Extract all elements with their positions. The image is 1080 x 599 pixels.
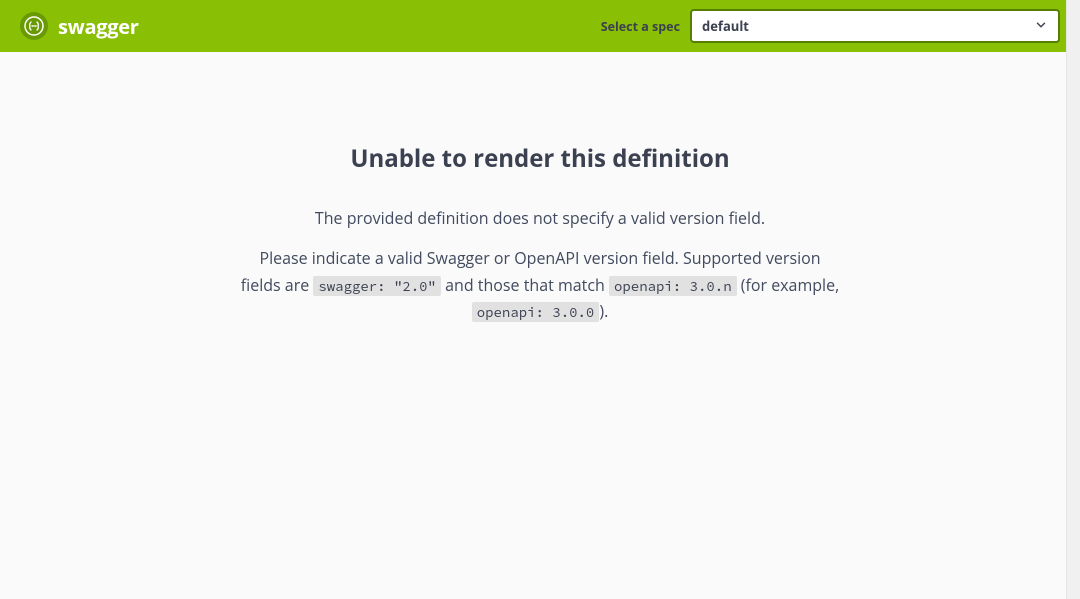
scrollbar[interactable] xyxy=(1066,0,1080,599)
error-detail-text-3: (for example, xyxy=(737,274,840,296)
chevron-down-icon xyxy=(1034,15,1048,37)
error-title: Unable to render this definition xyxy=(240,142,840,175)
spec-select[interactable]: default xyxy=(690,9,1060,43)
swagger-logo-icon xyxy=(20,12,48,40)
error-block: Unable to render this definition The pro… xyxy=(240,142,840,325)
error-code-1: swagger: "2.0" xyxy=(313,276,441,296)
spec-select-value: default xyxy=(702,17,749,35)
error-subtitle: The provided definition does not specify… xyxy=(240,205,840,231)
brand-text: swagger xyxy=(58,13,139,40)
error-detail: Please indicate a valid Swagger or OpenA… xyxy=(240,245,840,324)
spec-label: Select a spec xyxy=(601,18,680,35)
topbar: swagger Select a spec default xyxy=(0,0,1080,52)
error-code-2: openapi: 3.0.n xyxy=(609,276,737,296)
logo[interactable]: swagger xyxy=(20,12,139,40)
content-area: Unable to render this definition The pro… xyxy=(0,52,1080,325)
error-detail-text-4: ). xyxy=(599,300,608,322)
spec-selector-area: Select a spec default xyxy=(601,9,1060,43)
error-code-3: openapi: 3.0.0 xyxy=(472,302,600,322)
error-detail-text-2: and those that match xyxy=(441,274,609,296)
